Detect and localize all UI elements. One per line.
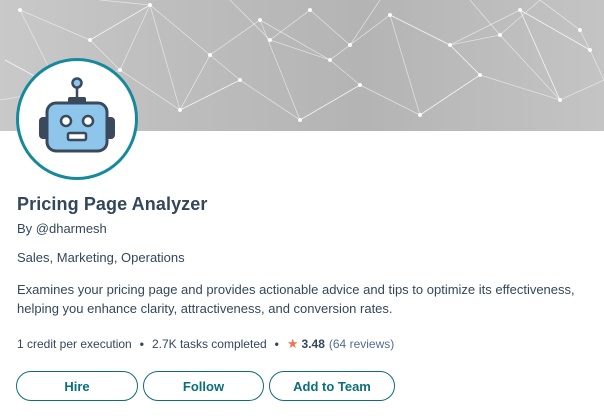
agent-description: Examines your pricing page and provides …	[17, 282, 575, 316]
stats-row: 1 credit per execution • 2.7K tasks comp…	[17, 336, 394, 352]
credits-per-execution: 1 credit per execution	[17, 337, 132, 351]
star-icon: ★	[286, 336, 299, 351]
tasks-completed: 2.7K tasks completed	[151, 337, 267, 351]
agent-avatar	[16, 58, 138, 180]
separator-dot: •	[139, 337, 144, 351]
reviews-count[interactable]: (64 reviews)	[329, 337, 394, 351]
separator-dot: •	[274, 337, 279, 351]
follow-button[interactable]: Follow	[143, 371, 264, 401]
agent-title: Pricing Page Analyzer	[17, 194, 208, 214]
action-buttons: Hire Follow Add to Team	[16, 371, 395, 401]
rating-value: 3.48	[301, 337, 325, 351]
hire-button[interactable]: Hire	[16, 371, 138, 401]
categories-list: Sales, Marketing, Operations	[17, 250, 185, 265]
author-byline: By @dharmesh	[17, 221, 107, 236]
robot-icon	[39, 77, 115, 153]
add-to-team-button[interactable]: Add to Team	[269, 371, 395, 401]
